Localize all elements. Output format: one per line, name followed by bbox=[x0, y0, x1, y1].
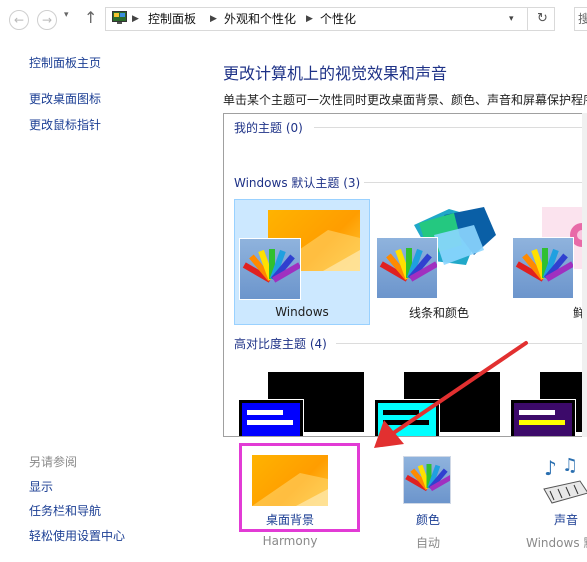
annotation-arrow-icon bbox=[374, 341, 528, 448]
